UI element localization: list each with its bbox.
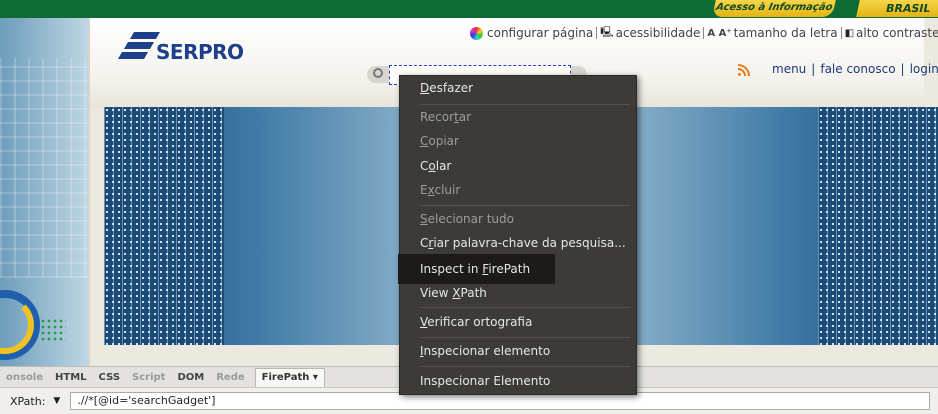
menu-link[interactable]: menu	[772, 62, 806, 76]
government-bar: Acesso à Informação BRASIL	[0, 0, 938, 18]
menu-item-excluir[interactable]: Excluir	[420, 183, 460, 197]
menu-separator	[420, 337, 630, 338]
color-wheel-icon	[470, 26, 483, 40]
menu-separator	[420, 366, 630, 367]
alto-contraste-link[interactable]: alto contraste	[856, 26, 938, 40]
top-nav: menu | fale conosco | login	[738, 62, 938, 76]
menu-item-desfazer[interactable]: Desfazer	[420, 81, 473, 95]
menu-item-inspect-firepath[interactable]: Inspect in FirePath	[398, 254, 555, 284]
circuit-pattern-left	[104, 107, 224, 345]
divider: |	[811, 62, 816, 76]
menu-item-copiar[interactable]: Copiar	[420, 134, 459, 148]
serpro-logo-text: SERPRO	[156, 40, 244, 64]
tab-html[interactable]: HTML	[49, 372, 93, 383]
xpath-dropdown-icon[interactable]: ▼	[53, 396, 60, 406]
serpro-logo[interactable]: SERPRO	[117, 30, 244, 64]
menu-item-inspecionar-elemento[interactable]: Inspecionar elemento	[420, 344, 550, 358]
configurar-pagina-link[interactable]: configurar página	[487, 26, 593, 40]
menu-separator	[420, 307, 630, 308]
menu-separator	[420, 205, 630, 206]
fale-conosco-link[interactable]: fale conosco	[820, 62, 895, 76]
divider: |	[900, 62, 905, 76]
login-link[interactable]: login	[910, 62, 938, 76]
tab-script[interactable]: Script	[126, 372, 171, 383]
menu-separator	[420, 104, 630, 105]
divider	[703, 27, 705, 39]
menu-item-recortar[interactable]: Recortar	[420, 110, 471, 124]
search-icon[interactable]	[373, 68, 383, 78]
context-menu: Desfazer Recortar Copiar Colar Excluir S…	[398, 75, 637, 395]
menu-item-view-xpath[interactable]: View XPath	[420, 286, 487, 300]
utility-bar: configurar página 🖳 acessibilidade A A⁺ …	[470, 24, 938, 42]
monitor-icon: 🖳	[600, 26, 614, 38]
menu-item-colar[interactable]: Colar	[420, 159, 451, 173]
acessibilidade-link[interactable]: acessibilidade	[616, 26, 701, 40]
serpro-logo-icon	[117, 30, 161, 64]
menu-item-verificar-ortografia[interactable]: Verificar ortografia	[420, 315, 532, 329]
tab-rede[interactable]: Rede	[210, 372, 250, 383]
acesso-informacao-link[interactable]: Acesso à Informação	[712, 0, 836, 17]
menu-item-inspecionar-elemento-2[interactable]: Inspecionar Elemento	[420, 374, 550, 388]
font-size-icon: A A⁺	[707, 27, 732, 39]
brasil-link[interactable]: BRASIL	[856, 0, 938, 17]
menu-item-criar-palavra-chave[interactable]: Criar palavra-chave da pesquisa...	[420, 236, 626, 250]
contrast-icon: ◧	[844, 27, 855, 39]
divider	[840, 27, 842, 39]
menu-item-selecionar-tudo[interactable]: Selecionar tudo	[420, 212, 514, 226]
tab-dom[interactable]: DOM	[171, 372, 210, 383]
green-dots-decoration	[40, 318, 66, 342]
rss-icon[interactable]	[738, 62, 752, 76]
tab-firepath[interactable]: FirePath ▾	[254, 367, 325, 387]
tamanho-letra-link[interactable]: tamanho da letra	[734, 26, 838, 40]
divider	[596, 27, 598, 39]
circuit-pattern-right	[818, 107, 938, 345]
tab-console[interactable]: onsole	[0, 372, 49, 383]
xpath-label: XPath:	[10, 394, 46, 408]
tab-css[interactable]: CSS	[93, 372, 126, 383]
